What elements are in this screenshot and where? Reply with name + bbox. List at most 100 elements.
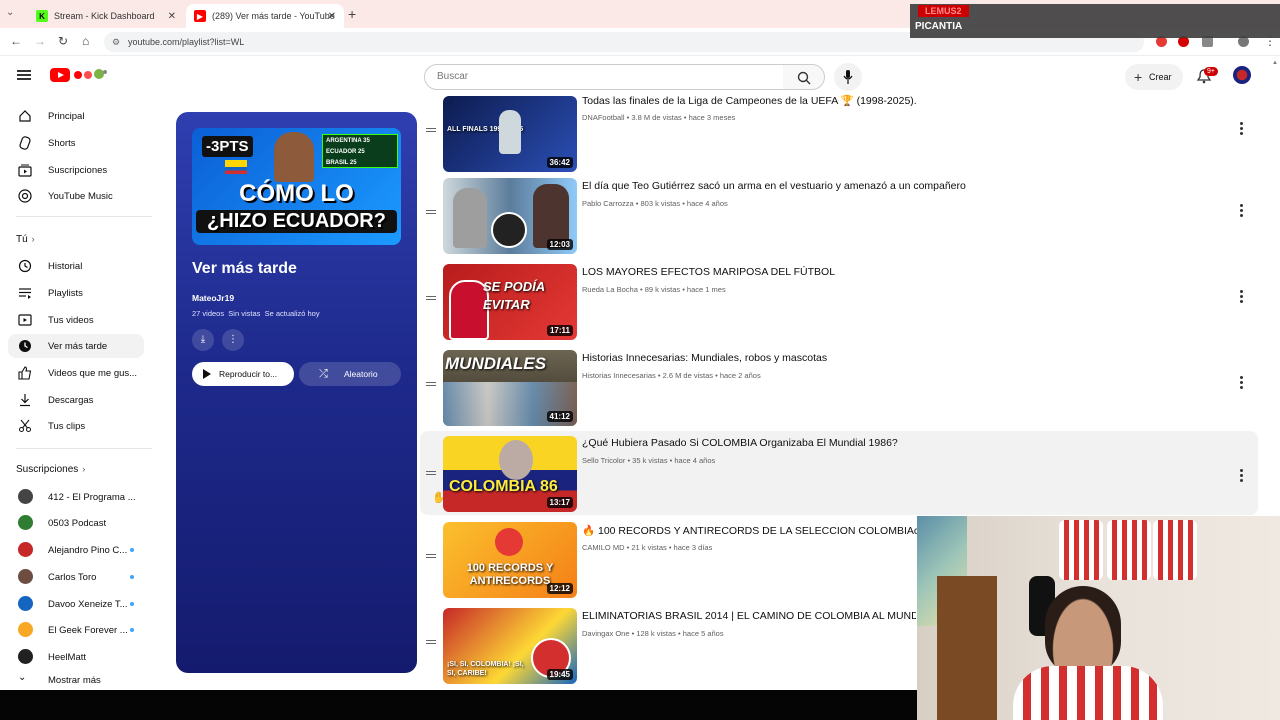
playlist-owner[interactable]: MateoJr19: [192, 293, 234, 303]
sidebar-item-historial[interactable]: Historial: [8, 254, 144, 278]
home-icon: [19, 110, 31, 122]
video-title[interactable]: 🔥 100 RECORDS Y ANTIRECORDS DE LA SELECC…: [582, 524, 939, 537]
sidebar-subscription[interactable]: Davoo Xeneize T...: [8, 592, 144, 616]
video-channel[interactable]: Sello Tricolor: [582, 456, 625, 465]
video-thumbnail[interactable]: SE PODÍA EVITAR 17:11: [443, 264, 577, 340]
video-channel[interactable]: Rueda La Bocha: [582, 285, 638, 294]
more-vertical-icon: ⋮: [228, 334, 238, 345]
sidebar-subscriptions-heading[interactable]: Suscripciones ›: [16, 464, 85, 475]
playlist-video-row[interactable]: ✋ COLOMBIA 86 13:17 ¿Qué Hubiera Pasado …: [420, 431, 1258, 515]
video-channel[interactable]: Historias Innecesarias: [582, 371, 656, 380]
sidebar-subscription[interactable]: 412 - El Programa ...: [8, 485, 144, 509]
drag-handle-icon[interactable]: [426, 640, 436, 644]
shuffle-label: Aleatorio: [344, 369, 378, 379]
playlist-video-row[interactable]: MUNDIALES 41:12 Historias Innecesarias: …: [420, 348, 1258, 432]
video-more-icon[interactable]: [1240, 288, 1244, 305]
video-title[interactable]: ¿Qué Hubiera Pasado Si COLOMBIA Organiza…: [582, 437, 898, 449]
sidebar-subscription[interactable]: 0503 Podcast: [8, 511, 144, 535]
drag-handle-icon[interactable]: [426, 554, 436, 558]
video-thumbnail[interactable]: 100 RECORDS Y ANTIRECORDS 12:12: [443, 522, 577, 598]
sidebar-show-more[interactable]: ⌄ Mostrar más: [8, 672, 144, 688]
video-more-icon[interactable]: [1240, 120, 1244, 137]
sidebar-you-heading[interactable]: Tú ›: [16, 234, 35, 245]
video-more-icon[interactable]: [1240, 202, 1244, 219]
new-tab-icon[interactable]: +: [348, 6, 356, 22]
create-button[interactable]: + Crear: [1125, 64, 1183, 90]
sidebar-item-youtube-music[interactable]: YouTube Music: [8, 184, 144, 208]
sidebar-item-ver-mas-tarde[interactable]: Ver más tarde: [8, 334, 144, 358]
forward-icon[interactable]: →: [34, 34, 46, 48]
voice-search-button[interactable]: [834, 63, 862, 91]
browser-tab-youtube[interactable]: ▶ (289) Ver más tarde - YouTube ✕: [186, 4, 344, 28]
sidebar-subscription[interactable]: Alejandro Pino C...: [8, 538, 144, 562]
video-thumbnail[interactable]: ALL FINALS 1998-2025 36:42: [443, 96, 577, 172]
page-scrollbar[interactable]: ▲: [1272, 60, 1278, 100]
video-thumbnail[interactable]: MUNDIALES 41:12: [443, 350, 577, 426]
video-channel[interactable]: Davingax One: [582, 629, 630, 638]
site-info-icon[interactable]: ⚙: [112, 32, 120, 52]
video-more-icon[interactable]: [1240, 374, 1244, 391]
playlist-video-row[interactable]: SE PODÍA EVITAR 17:11 LOS MAYORES EFECTO…: [420, 262, 1258, 346]
playlist-more-button[interactable]: ⋮: [222, 329, 244, 351]
video-title[interactable]: LOS MAYORES EFECTOS MARIPOSA DEL FÚTBOL: [582, 266, 835, 278]
scroll-up-icon[interactable]: ▲: [1272, 60, 1278, 66]
sidebar-item-descargas[interactable]: Descargas: [8, 388, 144, 412]
youtube-logo-icon[interactable]: [50, 68, 70, 82]
webcam-person-shirt: [1013, 666, 1163, 720]
search-button[interactable]: [783, 64, 825, 90]
sidebar-item-label: Tus videos: [48, 314, 94, 326]
video-more-icon[interactable]: [1240, 467, 1244, 484]
play-all-button[interactable]: Reproducir to...: [192, 362, 294, 386]
playlist-video-row[interactable]: 12:03 El día que Teo Gutiérrez sacó un a…: [420, 176, 1258, 260]
sidebar-item-label: Principal: [48, 110, 85, 122]
drag-handle-icon[interactable]: [426, 128, 436, 132]
browser-tab-kick[interactable]: K Stream - Kick Dashboard ✕: [28, 4, 184, 28]
search-input[interactable]: Buscar: [424, 64, 784, 90]
sidebar-item-playlists[interactable]: Playlists: [8, 281, 144, 305]
playlist-thumbnail[interactable]: -3PTS ARGENTINA 35 ECUADOR 25 BRASIL 25 …: [192, 128, 401, 245]
drag-handle-icon[interactable]: [426, 210, 436, 214]
video-age: hace 3 meses: [688, 113, 736, 122]
video-title[interactable]: Historias Innecesarias: Mundiales, robos…: [582, 352, 827, 364]
sidebar-item-label: Shorts: [48, 137, 76, 149]
sidebar-item-principal[interactable]: Principal: [8, 104, 144, 128]
video-channel[interactable]: DNAFootball: [582, 113, 625, 122]
video-title[interactable]: El día que Teo Gutiérrez sacó un arma en…: [582, 180, 966, 192]
drag-handle-icon[interactable]: [426, 296, 436, 300]
sidebar-subscription[interactable]: HeelMatt: [8, 645, 144, 669]
youtube-header: Buscar + Crear 9+: [0, 56, 1280, 96]
close-tab-icon[interactable]: ✕: [328, 11, 336, 22]
drag-handle-icon[interactable]: [426, 382, 436, 386]
playlist-video-row[interactable]: ALL FINALS 1998-2025 36:42 Todas las fin…: [420, 94, 1258, 178]
shuffle-button[interactable]: ⤮ Aleatorio: [299, 362, 401, 386]
sidebar-item-liked-videos[interactable]: Videos que me gus...: [8, 361, 144, 385]
video-meta: Rueda La Bocha • 89 k vistas • hace 1 me…: [582, 285, 726, 294]
youtube-doodle-icon[interactable]: [72, 68, 110, 82]
video-title[interactable]: ELIMINATORIAS BRASIL 2014 | EL CAMINO DE…: [582, 610, 916, 622]
drag-handle-icon[interactable]: [426, 471, 436, 475]
sidebar-item-tus-clips[interactable]: Tus clips: [8, 414, 144, 438]
video-thumbnail[interactable]: COLOMBIA 86 13:17: [443, 436, 577, 512]
sidebar-item-shorts[interactable]: Shorts: [8, 131, 144, 155]
sidebar-subscription[interactable]: El Geek Forever ...: [8, 618, 144, 642]
hamburger-menu-icon[interactable]: [17, 70, 31, 80]
channel-avatar: [18, 542, 33, 557]
sidebar-subscription[interactable]: Carlos Toro: [8, 565, 144, 589]
video-title[interactable]: Todas las finales de la Liga de Campeone…: [582, 94, 917, 107]
webcam-jersey: [1059, 520, 1103, 580]
video-thumbnail[interactable]: 12:03: [443, 178, 577, 254]
home-browser-icon[interactable]: ⌂: [82, 34, 89, 48]
sidebar-item-tus-videos[interactable]: Tus videos: [8, 308, 144, 332]
tab-search-chevron-icon[interactable]: ⌄: [6, 7, 14, 18]
video-channel[interactable]: CAMILO MD: [582, 543, 625, 552]
video-thumbnail[interactable]: ¡SI, SI, COLOMBIA! ¡SI, SI, CARIBE! 19:4…: [443, 608, 577, 684]
video-views: 89 k vistas: [644, 285, 681, 294]
close-tab-icon[interactable]: ✕: [168, 11, 176, 22]
sidebar-item-suscripciones[interactable]: Suscripciones: [8, 158, 144, 182]
account-avatar[interactable]: [1233, 66, 1251, 84]
reload-icon[interactable]: ↻: [58, 34, 68, 48]
back-icon[interactable]: ←: [10, 34, 22, 48]
video-channel[interactable]: Pablo Carrozza: [582, 199, 634, 208]
download-playlist-button[interactable]: ⤓: [192, 329, 214, 351]
create-label: Crear: [1149, 72, 1172, 82]
